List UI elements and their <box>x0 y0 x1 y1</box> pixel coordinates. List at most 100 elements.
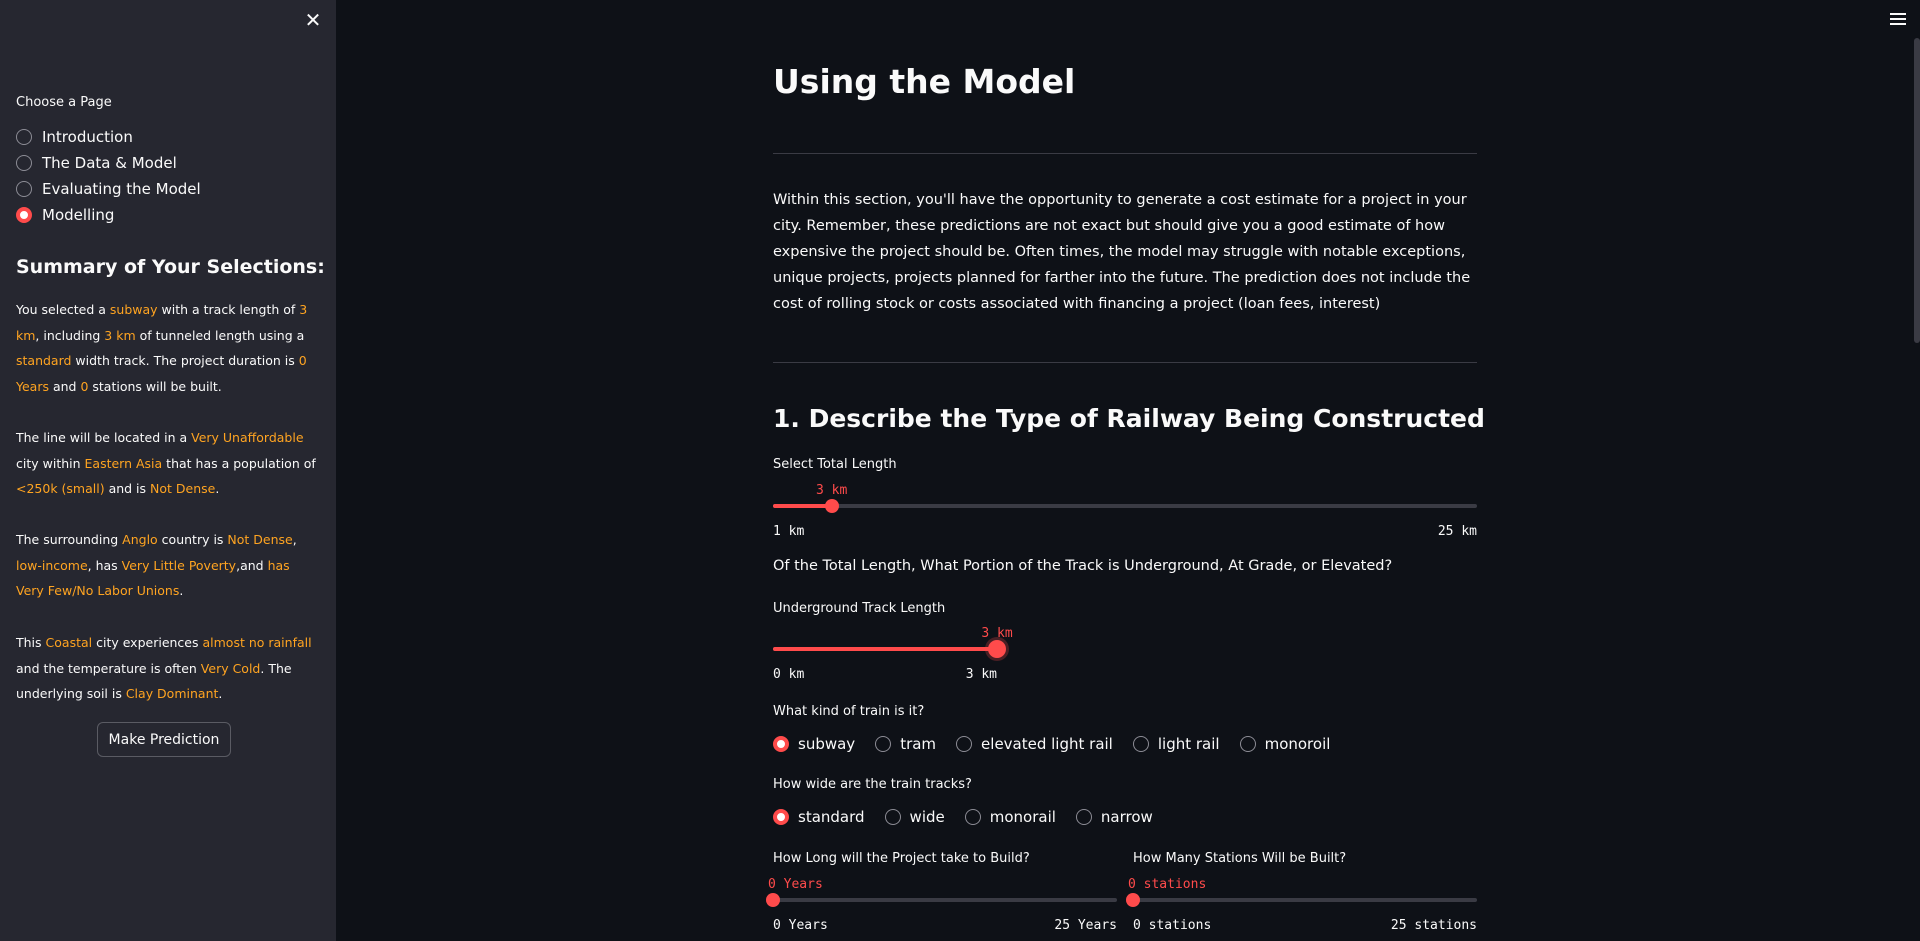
radio-selected-icon[interactable] <box>773 809 789 825</box>
slider-value: 3 km <box>981 626 1013 641</box>
summary-income: low-income <box>16 557 88 573</box>
slider-min-label: 0 km <box>773 667 805 682</box>
summary-poverty: Very Little Poverty <box>121 557 237 573</box>
summary-text: stations will be built. <box>88 378 222 394</box>
slider-value: 3 km <box>816 483 848 498</box>
close-sidebar-icon[interactable]: ✕ <box>301 8 325 32</box>
radio-icon[interactable] <box>1132 736 1149 752</box>
divider <box>773 362 1477 363</box>
summary-text: width track. The project duration is <box>71 353 299 369</box>
summary-text: city experiences <box>92 635 203 650</box>
slider-max-label: 25 Years <box>1054 918 1117 933</box>
summary-text: You selected a <box>16 302 110 317</box>
nav-label: Choose a Page <box>16 95 112 110</box>
underground-length-label: Underground Track Length <box>773 601 946 616</box>
divider <box>773 153 1477 154</box>
summary-title: Summary of Your Selections: <box>16 256 325 278</box>
summary-text: . <box>215 481 220 497</box>
train-option-tram[interactable]: tram <box>875 735 936 753</box>
radio-icon[interactable] <box>16 155 32 171</box>
slider-track[interactable] <box>773 898 1117 902</box>
summary-region: Eastern Asia <box>84 455 163 471</box>
hamburger-menu-icon[interactable] <box>1890 10 1906 28</box>
train-option-light-rail[interactable]: light rail <box>1132 735 1220 753</box>
summary-text: city within <box>16 455 85 471</box>
radio-label: wide <box>909 808 945 826</box>
page-option-data-model[interactable]: The Data & Model <box>16 150 201 176</box>
summary-text: that has a population of <box>162 455 316 471</box>
scrollbar[interactable] <box>1914 38 1920 343</box>
slider-value: 0 Years <box>768 877 823 892</box>
summary-text: , including <box>35 327 105 343</box>
slider-track[interactable] <box>1133 898 1477 902</box>
width-option-standard[interactable]: standard <box>773 808 865 826</box>
slider-min-label: 0 stations <box>1133 918 1212 933</box>
radio-icon[interactable] <box>16 129 32 145</box>
summary-paragraph-project: You selected a subway with a track lengt… <box>16 297 321 399</box>
summary-tunneled: 3 km <box>104 327 136 343</box>
slider-thumb[interactable] <box>824 499 839 513</box>
stations-label: How Many Stations Will be Built? <box>1133 851 1347 866</box>
track-width-radio-group: standard wide monorail narrow <box>773 808 1173 826</box>
train-option-elevated-light-rail[interactable]: elevated light rail <box>956 735 1113 753</box>
train-option-subway[interactable]: subway <box>773 735 855 753</box>
radio-label: narrow <box>1100 808 1153 826</box>
intro-paragraph: Within this section, you'll have the opp… <box>773 192 1471 312</box>
slider-min-label: 1 km <box>773 524 805 539</box>
radio-label: elevated light rail <box>981 735 1113 753</box>
page-option-label: Introduction <box>42 128 133 146</box>
summary-country-density: Not Dense <box>227 532 293 547</box>
slider-thumb[interactable] <box>988 640 1006 658</box>
duration-label: How Long will the Project take to Build? <box>773 851 1030 866</box>
summary-paragraph-city: The line will be located in a Very Unaff… <box>16 425 321 502</box>
summary-text: The line will be located in a <box>16 430 192 445</box>
summary-affordability: Very Unaffordable <box>191 430 304 445</box>
slider-max-label: 25 km <box>1437 524 1477 539</box>
summary-text: ,and <box>236 557 268 573</box>
page-option-evaluating[interactable]: Evaluating the Model <box>16 176 201 202</box>
slider-thumb[interactable] <box>1126 893 1140 907</box>
summary-text: , has <box>87 557 122 573</box>
slider-max-label: 3 km <box>965 667 997 682</box>
summary-text: with a track length of <box>157 302 300 317</box>
summary-text: and the temperature is often <box>16 660 201 676</box>
slider-track[interactable] <box>773 504 1477 508</box>
summary-text: of tunneled length using a <box>135 327 305 343</box>
radio-icon[interactable] <box>875 736 892 752</box>
slider-thumb[interactable] <box>766 893 780 907</box>
page-option-modelling[interactable]: Modelling <box>16 202 201 228</box>
section-title: 1. Describe the Type of Railway Being Co… <box>773 404 1485 433</box>
radio-icon[interactable] <box>1239 736 1256 752</box>
radio-label: standard <box>798 808 865 826</box>
summary-rainfall: almost no rainfall <box>202 635 312 650</box>
summary-text: This <box>16 635 46 650</box>
radio-icon[interactable] <box>956 736 973 752</box>
radio-icon[interactable] <box>884 809 901 825</box>
summary-soil: Clay Dominant <box>125 686 219 702</box>
radio-icon[interactable] <box>964 809 981 825</box>
width-option-narrow[interactable]: narrow <box>1075 808 1153 826</box>
radio-icon[interactable] <box>1075 809 1092 825</box>
total-length-label: Select Total Length <box>773 457 897 472</box>
radio-selected-icon[interactable] <box>773 736 789 752</box>
summary-text: and is <box>104 481 151 497</box>
page-option-label: Modelling <box>42 206 115 224</box>
portion-question: Of the Total Length, What Portion of the… <box>773 558 1393 574</box>
summary-text: The surrounding <box>16 532 123 547</box>
train-option-monoroil[interactable]: monoroil <box>1239 735 1331 753</box>
page-radio-group: Introduction The Data & Model Evaluating… <box>16 124 201 228</box>
summary-paragraph-climate: This Coastal city experiences almost no … <box>16 630 321 707</box>
summary-text: , <box>292 532 297 547</box>
page-option-introduction[interactable]: Introduction <box>16 124 201 150</box>
summary-text: country is <box>157 532 228 547</box>
radio-icon[interactable] <box>16 181 32 197</box>
width-option-wide[interactable]: wide <box>884 808 945 826</box>
slider-min-label: 0 Years <box>773 918 828 933</box>
width-option-monorail[interactable]: monorail <box>964 808 1056 826</box>
radio-selected-icon[interactable] <box>16 207 32 223</box>
make-prediction-button[interactable]: Make Prediction <box>97 722 231 757</box>
radio-label: monoroil <box>1264 735 1331 753</box>
summary-text: . <box>218 686 223 702</box>
radio-label: tram <box>900 735 937 753</box>
page-option-label: The Data & Model <box>42 154 177 172</box>
